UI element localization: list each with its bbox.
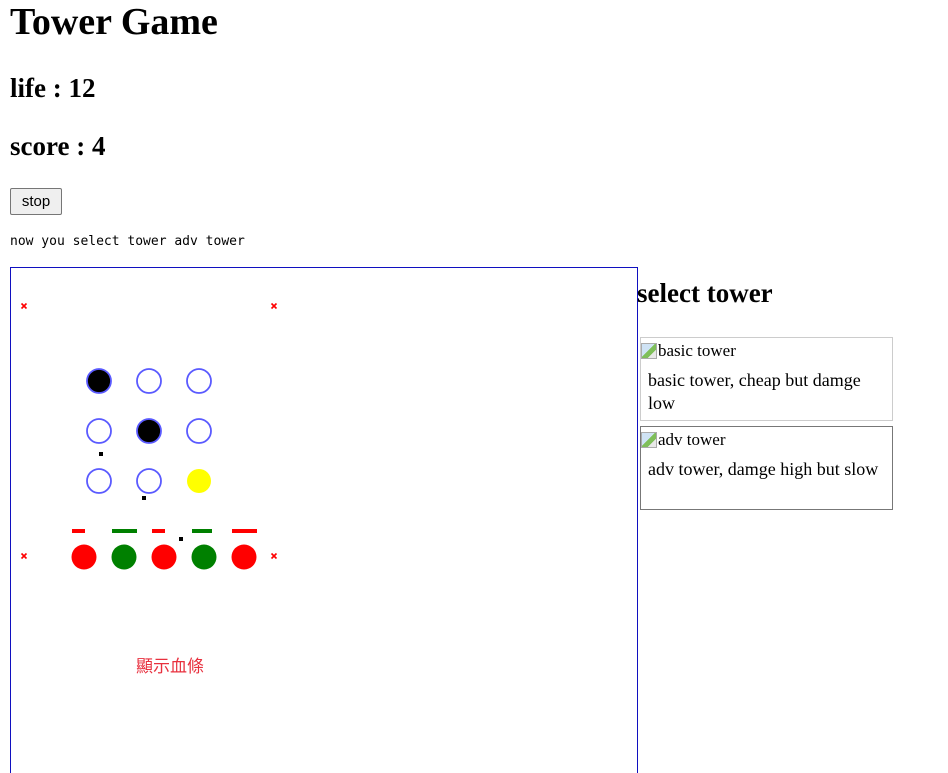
game-board-canvas[interactable]: 顯示血條 bbox=[11, 268, 638, 773]
select-tower-title: select tower bbox=[637, 278, 773, 308]
enemy-red bbox=[71, 544, 97, 570]
score-counter: score : 4 bbox=[10, 131, 106, 161]
tower-slot-black[interactable] bbox=[86, 368, 112, 394]
path-marker-bottom-right bbox=[270, 552, 278, 560]
path-marker-top-right bbox=[270, 302, 278, 310]
bullet bbox=[142, 496, 146, 500]
tower-slot-empty[interactable] bbox=[86, 468, 112, 494]
broken-image-icon bbox=[641, 343, 657, 359]
stop-button[interactable]: stop bbox=[10, 188, 62, 215]
enemy-row bbox=[71, 529, 257, 570]
tower-slot-empty[interactable] bbox=[186, 368, 212, 394]
tower-slot-empty[interactable] bbox=[136, 468, 162, 494]
enemy-green bbox=[111, 544, 137, 570]
bullet bbox=[179, 537, 183, 541]
enemy-red bbox=[231, 544, 257, 570]
tower-slot-black[interactable] bbox=[136, 418, 162, 444]
broken-image-icon bbox=[641, 432, 657, 448]
enemy-health-bar bbox=[192, 529, 212, 533]
tower-card-adv[interactable]: adv tower adv tower, damge high but slow bbox=[640, 426, 893, 510]
tower-slot-empty[interactable] bbox=[136, 368, 162, 394]
enemy-red bbox=[151, 544, 177, 570]
basic-tower-image: basic tower bbox=[641, 340, 892, 362]
path-marker-bottom-left bbox=[20, 552, 28, 560]
adv-tower-image: adv tower bbox=[641, 429, 892, 451]
tower-card-basic[interactable]: basic tower basic tower, cheap but damge… bbox=[640, 337, 893, 421]
bullets bbox=[99, 452, 183, 541]
basic-tower-alt: basic tower bbox=[658, 341, 736, 360]
path-marker-top-left bbox=[20, 302, 28, 310]
tower-slot-empty[interactable] bbox=[186, 418, 212, 444]
adv-tower-alt: adv tower bbox=[658, 430, 726, 449]
enemy-health-bar bbox=[152, 529, 165, 533]
enemy-green bbox=[191, 544, 217, 570]
health-bar-label: 顯示血條 bbox=[136, 657, 204, 677]
tower-grid bbox=[86, 368, 212, 494]
enemy-health-bar bbox=[72, 529, 85, 533]
selection-status: now you select tower adv tower bbox=[10, 234, 245, 249]
adv-tower-description: adv tower, damge high but slow bbox=[648, 459, 879, 479]
game-board[interactable]: 顯示血條 bbox=[10, 267, 638, 773]
life-counter: life : 12 bbox=[10, 73, 96, 103]
tower-slot-yellow[interactable] bbox=[187, 469, 211, 493]
enemy-health-bar bbox=[232, 529, 257, 533]
tower-slot-empty[interactable] bbox=[86, 418, 112, 444]
enemy-health-bar bbox=[112, 529, 137, 533]
page-title: Tower Game bbox=[10, 1, 218, 43]
bullet bbox=[99, 452, 103, 456]
basic-tower-description: basic tower, cheap but damge low bbox=[648, 370, 861, 413]
